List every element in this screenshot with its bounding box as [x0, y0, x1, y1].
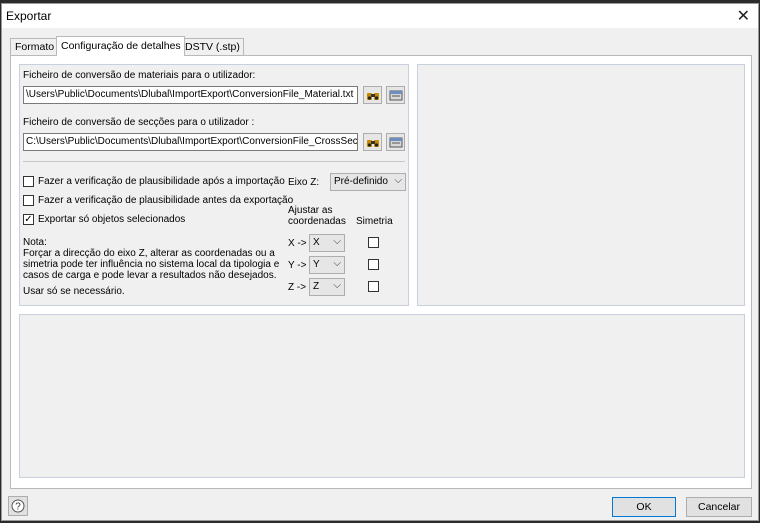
export-selected-label: Exportar só objetos selecionados — [38, 214, 186, 225]
axis-y-value: Y — [313, 259, 320, 270]
note-line-3: casos de carga e pode levar a resultados… — [23, 270, 277, 281]
binoculars-icon — [366, 140, 379, 147]
chevron-down-icon: ⌵ — [333, 258, 341, 269]
note-line-2: simetria pode ter influência no sistema … — [23, 259, 280, 270]
axis-x-label: X -> — [288, 238, 307, 249]
export-selected-checkbox[interactable]: ✓ — [23, 214, 34, 225]
title-bar: Exportar ✕ — [2, 4, 758, 28]
preview-panel — [417, 64, 745, 306]
axis-z-select[interactable]: Z ⌵ — [309, 278, 345, 296]
axis-y-select[interactable]: Y ⌵ — [309, 256, 345, 274]
axis-y-label: Y -> — [288, 260, 307, 271]
export-dialog: Exportar ✕ Formato Configuração de detal… — [1, 3, 759, 521]
materials-browse-button[interactable] — [363, 86, 382, 104]
check-import-checkbox[interactable] — [23, 176, 34, 187]
axis-x-value: X — [313, 237, 320, 248]
symmetry-z-checkbox[interactable] — [368, 281, 379, 292]
dialog-title: Exportar — [6, 9, 52, 23]
info-panel — [19, 314, 745, 478]
check-export-label: Fazer a verificação de plausibilidade an… — [38, 195, 294, 206]
axis-z-label: Z -> — [288, 282, 307, 293]
help-button[interactable]: ? — [8, 496, 28, 516]
tab-dstv[interactable]: DSTV (.stp) — [180, 38, 244, 55]
chevron-down-icon: ⌵ — [333, 236, 341, 247]
adjust-header-line2: coordenadas — [288, 216, 346, 227]
cancel-button[interactable]: Cancelar — [686, 497, 752, 517]
sections-file-label: Ficheiro de conversão de secções para o … — [23, 117, 255, 128]
materials-file-input[interactable]: \Users\Public\Documents\Dlubal\ImportExp… — [23, 86, 358, 104]
chevron-down-icon: ⌵ — [394, 175, 402, 186]
adjust-header-line1: Ajustar as — [288, 205, 333, 216]
z-axis-select[interactable]: Pré-definido ⌵ — [330, 173, 406, 191]
svg-text:?: ? — [15, 502, 21, 513]
materials-open-button[interactable] — [386, 86, 405, 104]
symmetry-y-checkbox[interactable] — [368, 259, 379, 270]
tab-page: Ficheiro de conversão de materiais para … — [10, 55, 752, 489]
z-axis-value: Pré-definido — [334, 176, 388, 187]
tab-formato[interactable]: Formato — [10, 38, 59, 55]
check-export-checkbox[interactable] — [23, 195, 34, 206]
sections-file-input[interactable]: C:\Users\Public\Documents\Dlubal\ImportE… — [23, 133, 358, 151]
sections-open-button[interactable] — [386, 133, 405, 151]
axis-x-select[interactable]: X ⌵ — [309, 234, 345, 252]
note-title: Nota: — [23, 237, 47, 248]
help-icon: ? — [11, 499, 25, 513]
sections-browse-button[interactable] — [363, 133, 382, 151]
settings-panel: Ficheiro de conversão de materiais para … — [19, 64, 409, 306]
ok-button[interactable]: OK — [612, 497, 676, 517]
binoculars-icon — [366, 93, 379, 100]
close-icon[interactable]: ✕ — [737, 6, 750, 26]
check-import-label: Fazer a verificação de plausibilidade ap… — [38, 176, 285, 187]
z-axis-label: Eixo Z: — [288, 177, 320, 188]
symmetry-x-checkbox[interactable] — [368, 237, 379, 248]
note-line-4: Usar só se necessário. — [23, 286, 125, 297]
materials-file-label: Ficheiro de conversão de materiais para … — [23, 70, 256, 81]
chevron-down-icon: ⌵ — [333, 280, 341, 291]
open-file-icon — [389, 90, 402, 101]
tab-configuracao-detalhes[interactable]: Configuração de detalhes — [56, 36, 185, 56]
symmetry-header: Simetria — [356, 216, 393, 227]
note-line-1: Forçar a direcção do eixo Z, alterar as … — [23, 248, 275, 259]
divider — [23, 161, 405, 162]
axis-z-value: Z — [313, 281, 320, 292]
open-file-icon — [389, 137, 402, 148]
